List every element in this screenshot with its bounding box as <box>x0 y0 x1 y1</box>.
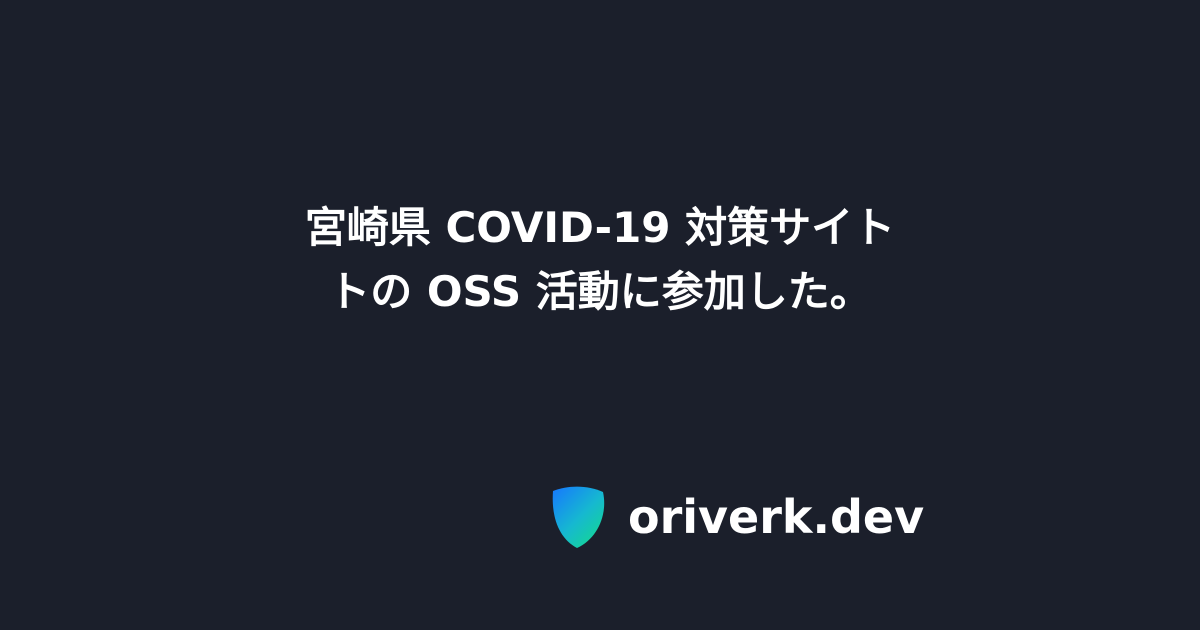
shield-logo-icon <box>552 486 605 548</box>
og-card: 宮崎県 COVID-19 対策サイト トの OSS 活動に参加した。 orive… <box>0 0 1200 630</box>
post-title-line-2: トの OSS 活動に参加した。 <box>328 267 872 316</box>
site-name: oriverk.dev <box>628 490 925 544</box>
post-title-line-1: 宮崎県 COVID-19 対策サイト <box>304 203 896 252</box>
site-brand: oriverk.dev <box>546 484 924 550</box>
post-title: 宮崎県 COVID-19 対策サイト トの OSS 活動に参加した。 <box>0 196 1200 324</box>
